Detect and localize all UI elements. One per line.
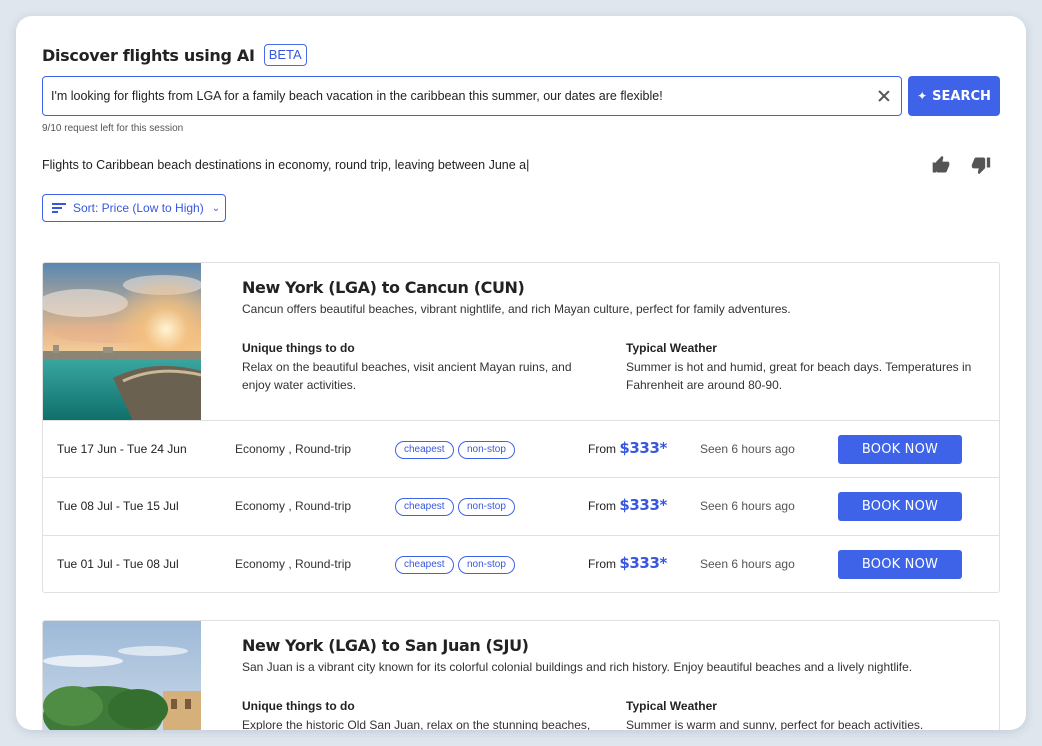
sort-icon <box>52 203 66 213</box>
things-heading: Unique things to do <box>242 341 355 355</box>
things-text: Explore the historic Old San Juan, relax… <box>242 718 591 730</box>
chevron-down-icon: ⌄ <box>211 202 221 214</box>
flight-dates: Tue 08 Jul - Tue 15 Jul <box>57 499 179 513</box>
header: Discover flights using AI BETA <box>42 44 307 66</box>
route-title[interactable]: New York (LGA) to Cancun (CUN) <box>242 278 525 297</box>
price-value: $333* <box>619 439 667 457</box>
search-button-label: SEARCH <box>932 88 991 104</box>
seen-time: Seen 6 hours ago <box>700 557 795 571</box>
seen-time: Seen 6 hours ago <box>700 499 795 513</box>
thumbs-up-icon[interactable] <box>931 155 951 175</box>
destination-image-san-juan <box>43 621 201 730</box>
flight-row: Tue 01 Jul - Tue 08 Jul Economy , Round-… <box>43 535 999 592</box>
search-query-text[interactable]: I'm looking for flights from LGA for a f… <box>51 89 877 103</box>
weather-heading: Typical Weather <box>626 699 717 713</box>
destination-image-cancun <box>43 263 201 421</box>
sort-dropdown[interactable]: Sort: Price (Low to High) ⌄ <box>42 194 226 222</box>
clear-icon[interactable] <box>877 89 891 103</box>
tag-cheapest: cheapest <box>395 498 454 516</box>
weather-text: Summer is warm and sunny, perfect for be… <box>626 718 924 730</box>
price: From $333* <box>588 496 667 514</box>
tag-non-stop: non-stop <box>458 556 515 574</box>
search-input[interactable]: I'm looking for flights from LGA for a f… <box>42 76 902 116</box>
book-now-button[interactable]: BOOK NOW <box>838 550 962 579</box>
ai-summary: Flights to Caribbean beach destinations … <box>42 158 530 172</box>
search-button[interactable]: ✦ SEARCH <box>908 76 1000 116</box>
tag-cheapest: cheapest <box>395 441 454 459</box>
weather-text: Summer is hot and humid, great for beach… <box>626 360 972 392</box>
thumbs-down-icon[interactable] <box>971 155 991 175</box>
request-quota: 9/10 request left for this session <box>42 123 184 134</box>
price-value: $333* <box>619 496 667 514</box>
flight-row: Tue 17 Jun - Tue 24 Jun Economy , Round-… <box>43 420 999 477</box>
flight-dates: Tue 17 Jun - Tue 24 Jun <box>57 442 187 456</box>
price: From $333* <box>588 439 667 457</box>
sparkle-icon: ✦ <box>917 89 928 103</box>
cabin-class: Economy , Round-trip <box>235 557 352 571</box>
tag-cheapest: cheapest <box>395 556 454 574</box>
price-prefix: From <box>588 442 616 456</box>
route-title[interactable]: New York (LGA) to San Juan (SJU) <box>242 636 529 655</box>
price-value: $333* <box>619 554 667 572</box>
cabin-class: Economy , Round-trip <box>235 499 352 513</box>
page-title: Discover flights using AI <box>42 45 255 65</box>
result-card: New York (LGA) to Cancun (CUN) Cancun of… <box>42 262 1000 593</box>
app-window: Discover flights using AI BETA I'm looki… <box>16 16 1026 730</box>
beta-badge: BETA <box>263 44 307 66</box>
flight-dates: Tue 01 Jul - Tue 08 Jul <box>57 557 179 571</box>
tag-non-stop: non-stop <box>458 441 515 459</box>
sort-label: Sort: Price (Low to High) <box>73 201 204 215</box>
route-description: Cancun offers beautiful beaches, vibrant… <box>242 302 791 316</box>
things-heading: Unique things to do <box>242 699 355 713</box>
flight-row: Tue 08 Jul - Tue 15 Jul Economy , Round-… <box>43 477 999 534</box>
tag-non-stop: non-stop <box>458 498 515 516</box>
cabin-class: Economy , Round-trip <box>235 442 352 456</box>
price-prefix: From <box>588 557 616 571</box>
book-now-button[interactable]: BOOK NOW <box>838 492 962 521</box>
seen-time: Seen 6 hours ago <box>700 442 795 456</box>
price-prefix: From <box>588 499 616 513</box>
price: From $333* <box>588 554 667 572</box>
book-now-button[interactable]: BOOK NOW <box>838 435 962 464</box>
route-description: San Juan is a vibrant city known for its… <box>242 660 913 674</box>
result-card: New York (LGA) to San Juan (SJU) San Jua… <box>42 620 1000 730</box>
weather-heading: Typical Weather <box>626 341 717 355</box>
things-text: Relax on the beautiful beaches, visit an… <box>242 360 572 392</box>
